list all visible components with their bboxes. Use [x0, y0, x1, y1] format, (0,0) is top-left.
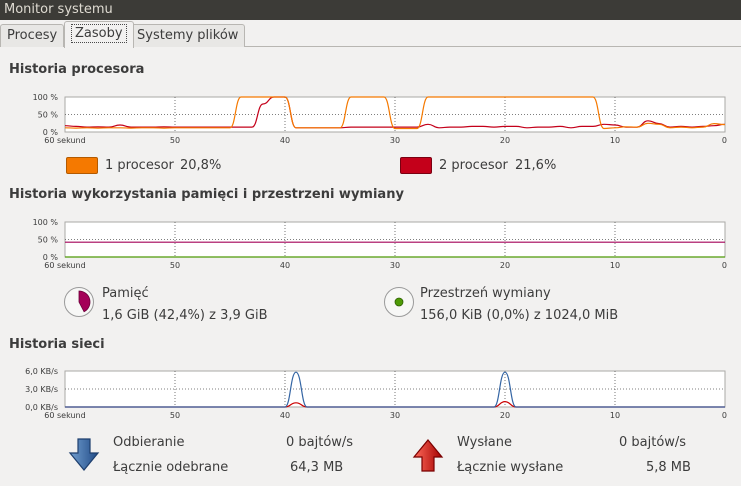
cpu-x-tick-label: 60 sekund	[44, 136, 85, 145]
memory-x-tick-label: 10	[610, 261, 620, 270]
memory-x-tick-label: 40	[280, 261, 290, 270]
cpu1-value: 20,8%	[180, 158, 222, 173]
memory-x-tick-label: 20	[500, 261, 510, 270]
upload-arrow-icon[interactable]	[412, 438, 444, 472]
sending-label: Wysłane	[457, 435, 512, 450]
network-x-tick-label: 40	[280, 411, 290, 420]
network-y-tick-label: 3,0 KB/s	[25, 385, 58, 394]
receiving-total-label: Łącznie odebrane	[113, 460, 229, 475]
receiving-total: 64,3 MB	[290, 460, 344, 475]
cpu-x-tick-label: 40	[280, 136, 290, 145]
tab-resources[interactable]: Zasoby	[64, 21, 134, 48]
receiving-label: Odbieranie	[113, 435, 185, 450]
memory-x-tick-label: 0	[722, 261, 727, 270]
network-history-graph: 6,0 KB/s3,0 KB/s0,0 KB/s60 sekund 50 40 30 2…	[25, 367, 727, 420]
network-x-tick-label: 20	[500, 411, 510, 420]
cpu2-label: 2 procesor	[439, 158, 508, 173]
network-y-tick-label: 6,0 KB/s	[25, 367, 58, 376]
cpu-x-tick-label: 50	[170, 136, 180, 145]
sending-total: 5,8 MB	[646, 460, 691, 475]
network-x-tick-label: 60 sekund	[44, 411, 85, 420]
cpu-y-tick-label: 50 %	[38, 111, 59, 120]
network-x-tick-label: 50	[170, 411, 180, 420]
cpu1-color-swatch[interactable]	[66, 157, 98, 174]
cpu2-value: 21,6%	[515, 158, 557, 173]
tab-resources-label: Zasoby	[71, 24, 127, 43]
swap-detail: 156,0 KiB (0,0%) z 1024,0 MiB	[420, 308, 619, 323]
memory-detail: 1,6 GiB (42,4%) z 3,9 GiB	[102, 308, 268, 323]
cpu-y-tick-label: 100 %	[33, 93, 59, 102]
memory-section-title: Historia wykorzystania pamięci i przestr…	[9, 187, 404, 202]
swap-pie-icon[interactable]	[383, 286, 415, 318]
memory-x-tick-label: 60 sekund	[44, 261, 85, 270]
tab-bar: Procesy Zasoby Systemy plików	[0, 20, 741, 48]
cpu-x-tick-label: 20	[500, 136, 510, 145]
network-x-tick-label: 30	[390, 411, 400, 420]
cpu-history-graph: 100 %50 %0 %60 sekund 50 40 30 20 10 0	[33, 93, 727, 145]
tab-filesystems-label: Systemy plików	[137, 28, 239, 43]
download-arrow-icon[interactable]	[68, 438, 100, 472]
tab-filesystems[interactable]: Systemy plików	[130, 24, 246, 47]
memory-x-tick-label: 30	[390, 261, 400, 270]
cpu1-label: 1 procesor	[105, 158, 174, 173]
network-section-title: Historia sieci	[9, 337, 105, 352]
cpu-x-tick-label: 10	[610, 136, 620, 145]
window-title: Monitor systemu	[0, 0, 741, 20]
memory-label: Pamięć	[102, 286, 149, 301]
memory-y-tick-label: 50 %	[38, 236, 59, 245]
memory-y-tick-label: 100 %	[33, 218, 59, 227]
swap-label: Przestrzeń wymiany	[420, 286, 551, 301]
network-x-tick-label: 10	[610, 411, 620, 420]
tab-processes[interactable]: Procesy	[0, 24, 65, 47]
memory-pie-icon[interactable]	[63, 286, 95, 318]
network-x-tick-label: 0	[722, 411, 727, 420]
cpu2-color-swatch[interactable]	[400, 157, 432, 174]
memory-x-tick-label: 50	[170, 261, 180, 270]
receiving-rate: 0 bajtów/s	[286, 435, 354, 450]
cpu-section-title: Historia procesora	[9, 62, 145, 77]
sending-total-label: Łącznie wysłane	[457, 460, 564, 475]
sending-rate: 0 bajtów/s	[619, 435, 687, 450]
cpu-x-tick-label: 30	[390, 136, 400, 145]
memory-history-graph: 100 %50 %0 %60 sekund 50 40 30 20 10 0	[33, 218, 727, 270]
cpu-x-tick-label: 0	[722, 136, 727, 145]
tab-processes-label: Procesy	[7, 28, 58, 43]
